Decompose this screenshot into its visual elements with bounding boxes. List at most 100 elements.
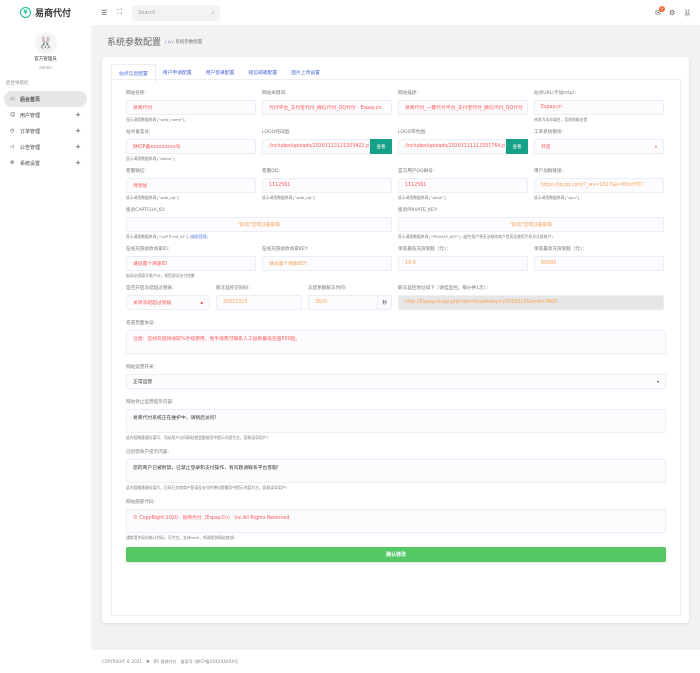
- label: 网站描述:: [398, 91, 418, 96]
- label: 冻结余额解冻时间:: [308, 286, 347, 291]
- help-text: 显示调用数据库表{"qun"}: [534, 195, 580, 200]
- label: 极验CAPTCHA_ID:: [126, 208, 166, 213]
- plus-icon: +: [75, 127, 81, 135]
- service-qq-input[interactable]: 1112561: [262, 178, 392, 193]
- monitor-icon: ▭: [10, 96, 15, 102]
- menu-toggle-icon[interactable]: ☰: [101, 9, 107, 17]
- user-avatar[interactable]: 🐰: [683, 9, 692, 17]
- pay-id-input[interactable]: 请设置个商家ID: [126, 256, 256, 271]
- fullscreen-icon[interactable]: ⛶: [117, 8, 122, 17]
- label: 站点备案号:: [126, 130, 151, 135]
- avatar[interactable]: 🐰: [34, 32, 57, 54]
- help-text: 显示调用数据库表{"PRIVATE_KEY"} (留空用户将无法修改商户信息及使…: [398, 234, 553, 239]
- submit-button[interactable]: 确认修改: [126, 547, 666, 562]
- dropdown-arrow-icon: ▾: [656, 379, 659, 384]
- notification-button[interactable]: 0 ✉: [655, 5, 665, 17]
- label: 网站名称:: [126, 91, 146, 96]
- site-url-input[interactable]: Espay.cn: [534, 100, 664, 115]
- help-text: 起诉必须填写商户ID，祝您测试支付完美: [126, 273, 195, 278]
- settings-form: 网站名称: 易商代付 显示调用数据库表{"web_name"} 网站关键词: 代付平台…: [111, 79, 681, 616]
- user-icon: ☺: [10, 112, 16, 118]
- dropdown-arrow-icon: ▾: [654, 144, 657, 149]
- ban-tip-textarea[interactable]: 您的商户已被封禁，已禁止登录和支付操作，有问题请联系平台客服!: [126, 459, 666, 483]
- private-key-input[interactable]: "极验"官网注册获取: [398, 217, 664, 232]
- plus-icon: +: [75, 143, 81, 151]
- view-logo-white-button[interactable]: 查看: [370, 139, 392, 154]
- dropdown-arrow-icon: ▪: [200, 300, 203, 305]
- notification-count: 0: [659, 5, 665, 12]
- agreement-textarea[interactable]: 注意：在线充值将收取%手续费用，免手续费可联系人工加款最低充值500起。: [126, 330, 666, 354]
- footer-code-textarea[interactable]: © CopyRight 2020 · 易商代付（Espay.Cn） Inc.Al…: [126, 509, 666, 533]
- settings-card: 站点信息配置 用户申请配置 用户登录配置 短信邮箱配置 图片上传设置 网站名称:…: [102, 57, 689, 623]
- sidebar-item-home[interactable]: ▭ 后台首页: [4, 91, 87, 107]
- plus-icon: +: [75, 159, 81, 167]
- logo-color-input[interactable]: /includes/uploads/20201111112331764.p: [398, 139, 506, 154]
- monitor-url-input[interactable]: http://Espay.cn/api.php?act=thaw&key=200…: [398, 295, 664, 310]
- plus-icon: +: [75, 111, 81, 119]
- pay-key-input[interactable]: 请设置个商家KEY: [262, 256, 392, 271]
- user-role: admin: [39, 65, 52, 70]
- logo[interactable]: ¥ 易商代付: [0, 0, 91, 25]
- gear-icon[interactable]: ⚙: [669, 9, 675, 17]
- service-wx-input[interactable]: 待添加: [126, 178, 256, 193]
- help-text: 显示调用数据库表{"web_qq"}: [126, 195, 180, 200]
- group-link-input[interactable]: https://jq.qq.com/?_wv=1027&k=M1nHTCl: [534, 178, 664, 193]
- label: 客服QQ:: [262, 169, 280, 174]
- label: 网站底部代码:: [126, 500, 156, 505]
- help-text: 显示调用数据库表{"qhqh"}: [398, 195, 447, 200]
- label: 网站关键词:: [262, 91, 287, 96]
- site-switch-select[interactable]: 正常运营 ▾: [126, 374, 666, 389]
- label: 网站停止运营提示内容:: [126, 400, 174, 405]
- megaphone-icon: ◁: [10, 144, 14, 150]
- label: 充值页面协议:: [126, 321, 156, 326]
- freeze-time-input[interactable]: 3600 秒: [308, 295, 392, 310]
- page-title: 系统参数配置: [107, 38, 162, 48]
- gear-icon: ⚙: [10, 160, 15, 166]
- label: 单笔最低充值限额（元）：: [398, 247, 451, 252]
- qq-group-input[interactable]: 1112561: [398, 178, 528, 193]
- min-recharge-input[interactable]: 19.9: [398, 256, 528, 271]
- sidebar: ¥ 易商代付 🐰 官方管理员 admin 后台导航栏 ▭ 后台首页 ☺ 用户管理 + ◷…: [0, 0, 91, 673]
- label: 已封禁商户提示内容:: [126, 450, 169, 455]
- label: 客服微信:: [126, 169, 146, 174]
- label: 网站运营开关:: [126, 365, 156, 370]
- logo-white-input[interactable]: /includes/uploads/20201113121203422.p: [262, 139, 370, 154]
- page-header: 系统参数配置 / ⌂ / 系统参数配置: [107, 35, 202, 48]
- web-name-input[interactable]: 易商代付: [126, 100, 256, 115]
- label: 在线充值收款商家ID:: [126, 247, 170, 252]
- sidebar-item-settings[interactable]: ⚙ 系统设置 +: [4, 155, 87, 171]
- help-text: 此内容随意建议填写，后续已封禁商户登录及支付时弹出提醒页中提示内容为主，容易误导…: [126, 485, 287, 490]
- label: 是否开启冻结超过到账:: [126, 286, 174, 291]
- max-recharge-input[interactable]: 60000: [534, 256, 664, 271]
- label: LOGO纯白图:: [262, 130, 291, 135]
- freeze-select[interactable]: 关闭冻结超过到账 ▪: [126, 295, 210, 310]
- logo-icon: ¥: [19, 7, 31, 18]
- help-text: 修改为本站域名，否则前缀出错: [534, 117, 588, 122]
- search-input[interactable]: Search ⌕: [132, 4, 221, 21]
- user-name: 官方管理员: [34, 57, 57, 62]
- beian-input[interactable]: 陕ICP备xxxxxxxxx号: [126, 139, 256, 154]
- sidebar-item-notices[interactable]: ◁ 公告管理 +: [4, 139, 87, 155]
- label: 工单系统模块:: [534, 130, 564, 135]
- label: 解冻监控地址如下（请挂监控，每分钟1次）：: [398, 286, 491, 291]
- captcha-id-input[interactable]: "极验"官网注册获取: [126, 217, 392, 232]
- top-bar: ☰ ⛶ Search ⌕ 0 ✉ ⚙ 🐰: [91, 0, 700, 25]
- sidebar-item-orders[interactable]: ◷ 订单管理 +: [4, 123, 87, 139]
- description-input[interactable]: 易商代付_一键代付平台_支付宝代付_微信代付_QQ代付: [398, 100, 528, 115]
- geetest-link[interactable]: (极验官网): [190, 234, 208, 239]
- label: 解冻监控识别码:: [216, 286, 250, 291]
- ticket-select[interactable]: 开启 ▾: [534, 139, 664, 154]
- label: 官方用户QQ群号:: [398, 169, 435, 174]
- search-icon: ⌕: [211, 9, 215, 16]
- heart-icon: ♥: [145, 659, 150, 664]
- view-logo-color-button[interactable]: 查看: [506, 139, 528, 154]
- label: 用户加群链接:: [534, 169, 564, 174]
- home-icon[interactable]: ⌂: [168, 40, 171, 45]
- help-text: 此内容随意建议填写，而站用户访问网站就会跟前页中提示内容为主，容易误导用户!: [126, 435, 269, 440]
- help-text: 通常用作网站统计代码，可为空，支持html，将调用到网站底部!: [126, 535, 235, 540]
- sidebar-item-users[interactable]: ☺ 用户管理 +: [4, 107, 87, 123]
- unfreeze-key-input[interactable]: 20010325: [216, 295, 302, 310]
- stop-tip-textarea[interactable]: 易商代付系统正在维护中，请稍后访问!: [126, 409, 666, 433]
- label: 在线充值收款商家KEY:: [262, 247, 309, 252]
- keywords-input[interactable]: 代付平台_支付宝代付_微信代付_QQ代付 - Espay.cn: [262, 100, 392, 115]
